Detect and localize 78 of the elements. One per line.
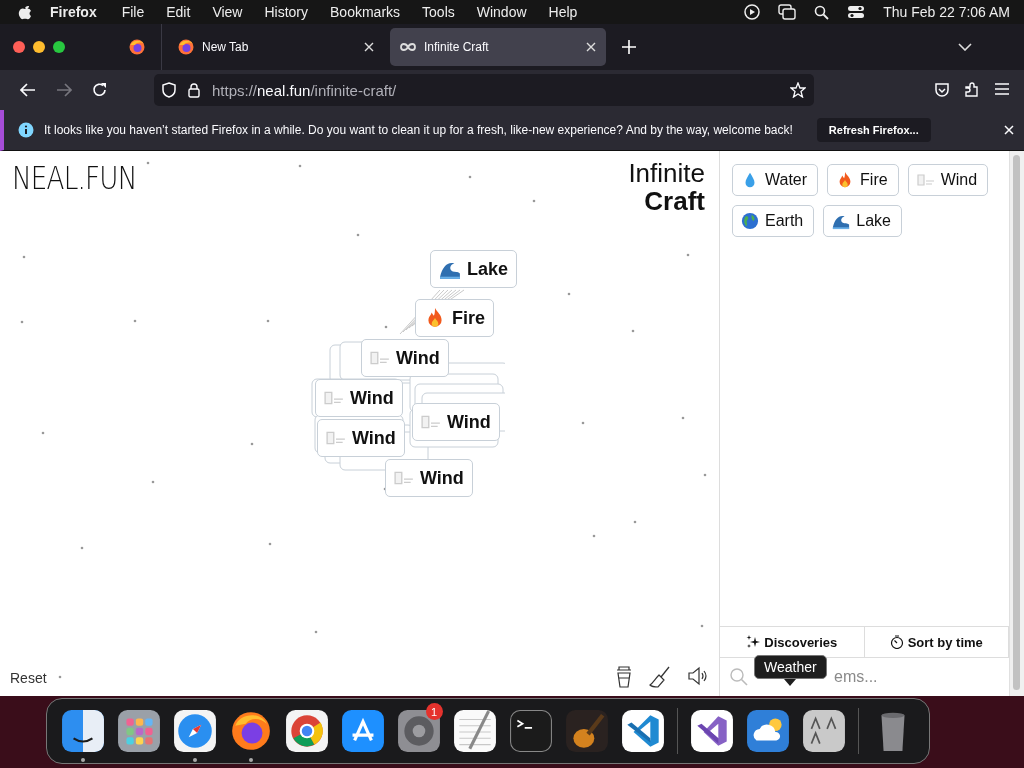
minimize-window-button[interactable] <box>33 41 45 53</box>
search-icon <box>730 668 748 686</box>
globe-icon <box>741 212 759 230</box>
back-arrow-icon[interactable] <box>20 83 36 97</box>
site-logo[interactable]: NEAL.FUN <box>12 159 137 197</box>
element-tile[interactable]: Fire <box>415 299 494 337</box>
puzzle-piece-icon[interactable] <box>964 82 980 98</box>
element-chip[interactable]: Fire <box>827 164 899 196</box>
pocket-icon[interactable] <box>934 82 950 98</box>
menu-item[interactable]: Bookmarks <box>319 4 412 20</box>
browser-tab[interactable]: New Tab <box>168 28 384 66</box>
game-title: Infinite Craft <box>628 159 705 215</box>
menu-item[interactable]: File <box>110 4 156 20</box>
address-bar[interactable]: https://neal.fun/infinite-craft/ <box>154 74 814 106</box>
notification-message: It looks like you haven’t started Firefox in a while. Do you want to clean it up for a fresh, like-new experience? And by the way, welcome back! <box>44 123 793 137</box>
textedit-app-icon[interactable] <box>452 709 497 753</box>
element-tile[interactable]: Wind <box>315 379 403 417</box>
safari-app-icon[interactable] <box>172 709 217 753</box>
menu-item[interactable]: View <box>201 4 254 20</box>
dock-tooltip: Weather <box>754 655 827 686</box>
close-tab-icon[interactable] <box>364 42 374 52</box>
pinned-tab-firefox-icon <box>129 39 145 55</box>
dictionary-app-icon[interactable] <box>801 709 846 753</box>
menu-item[interactable]: History <box>253 4 320 20</box>
menu-icon[interactable] <box>994 82 1010 96</box>
menu-clock[interactable]: Thu Feb 22 7:06 AM <box>883 4 1010 20</box>
menu-item[interactable]: Help <box>537 4 589 20</box>
sparkles-icon <box>746 635 761 649</box>
speaker-icon[interactable] <box>687 666 709 686</box>
browser-tab[interactable]: Infinite Craft <box>390 28 606 66</box>
close-icon[interactable] <box>1004 125 1014 135</box>
visualstudio-app-icon[interactable] <box>689 709 734 753</box>
apple-logo-icon[interactable] <box>18 4 32 20</box>
chevron-down-icon[interactable] <box>958 43 972 51</box>
broom-icon[interactable] <box>649 666 671 688</box>
toggles-icon[interactable] <box>847 5 866 19</box>
element-tile[interactable]: Wind <box>412 403 500 441</box>
refresh-firefox-button[interactable]: Refresh Firefox... <box>816 118 931 142</box>
element-tile[interactable]: Wind <box>385 459 473 497</box>
menu-app-name[interactable]: Firefox <box>32 4 111 20</box>
element-tile[interactable]: Wind <box>317 419 405 457</box>
close-window-button[interactable] <box>13 41 25 53</box>
element-tile[interactable]: Wind <box>361 339 449 377</box>
forward-arrow-icon[interactable] <box>56 83 72 97</box>
menu-item[interactable]: Window <box>465 4 538 20</box>
menu-item[interactable]: Tools <box>411 4 466 20</box>
launchpad-app-icon[interactable] <box>116 709 161 753</box>
weather-app-icon[interactable] <box>745 709 790 753</box>
appstore-app-icon[interactable] <box>340 709 385 753</box>
shield-icon[interactable] <box>162 82 176 98</box>
element-tile[interactable]: Lake <box>430 250 518 288</box>
chrome-app-icon[interactable] <box>284 709 329 753</box>
reset-button[interactable]: Reset <box>10 670 47 686</box>
settings-app-icon[interactable] <box>396 709 441 753</box>
close-tab-icon[interactable] <box>586 42 596 52</box>
element-chip[interactable]: Wind <box>907 164 989 196</box>
finder-app-icon[interactable] <box>60 709 105 753</box>
terminal-app-icon[interactable] <box>508 709 553 753</box>
element-chip[interactable]: Lake <box>823 205 902 237</box>
stopwatch-icon <box>889 635 904 649</box>
element-chip[interactable]: Earth <box>732 205 815 237</box>
garageband-app-icon[interactable] <box>564 709 609 753</box>
vscode-app-icon[interactable] <box>620 709 665 753</box>
reload-icon[interactable] <box>92 82 108 98</box>
play-circle-icon[interactable] <box>744 4 761 20</box>
scrollbar[interactable] <box>1009 151 1024 696</box>
info-icon <box>18 122 34 138</box>
infinity-icon <box>400 42 416 52</box>
element-chip[interactable]: Water <box>732 164 819 196</box>
search-icon[interactable] <box>814 4 830 20</box>
windows-icon[interactable] <box>778 4 797 20</box>
star-icon[interactable] <box>790 82 806 98</box>
tab-firefox-icon <box>178 39 194 55</box>
new-tab-icon[interactable] <box>622 40 636 54</box>
coffee-cup-icon[interactable] <box>615 666 633 688</box>
lock-icon[interactable] <box>188 82 200 98</box>
menu-item[interactable]: Edit <box>155 4 202 20</box>
zoom-window-button[interactable] <box>53 41 65 53</box>
